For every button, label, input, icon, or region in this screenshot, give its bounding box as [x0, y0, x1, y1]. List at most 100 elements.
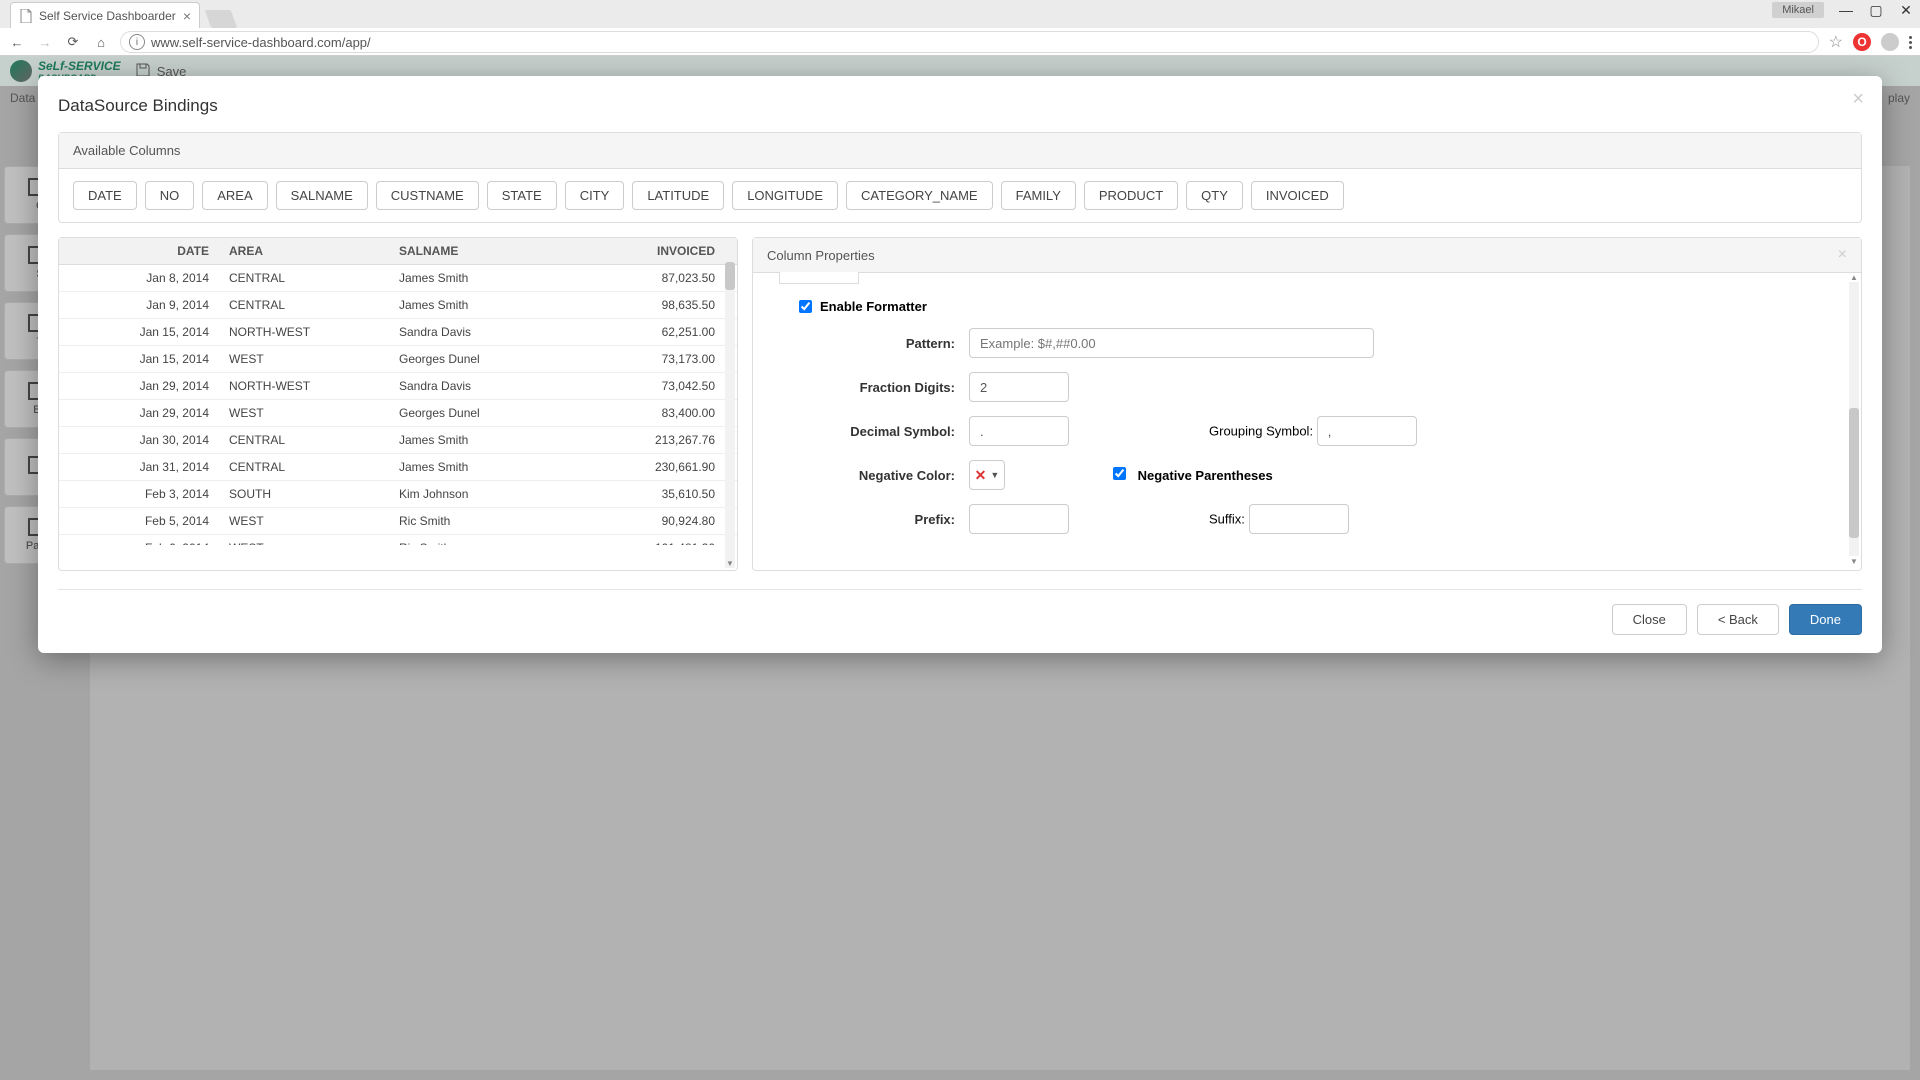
column-pill[interactable]: QTY: [1186, 181, 1243, 210]
scrollbar-track[interactable]: [725, 262, 735, 568]
negative-parentheses-checkbox[interactable]: [1113, 467, 1126, 480]
column-properties-header: Column Properties ×: [753, 238, 1861, 273]
decimal-symbol-label: Decimal Symbol:: [779, 424, 969, 439]
enable-formatter-checkbox[interactable]: [799, 300, 812, 313]
column-pill[interactable]: AREA: [202, 181, 267, 210]
cell-area: NORTH-WEST: [219, 319, 389, 345]
cell-salname: James Smith: [389, 427, 564, 453]
column-pill[interactable]: NO: [145, 181, 195, 210]
column-pill[interactable]: PRODUCT: [1084, 181, 1178, 210]
datasource-bindings-modal: DataSource Bindings × Available Columns …: [38, 76, 1882, 653]
modal-close-icon[interactable]: ×: [1852, 88, 1864, 111]
cell-date: Feb 5, 2014: [59, 508, 219, 534]
column-pill[interactable]: INVOICED: [1251, 181, 1344, 210]
cell-salname: Ric Smith: [389, 508, 564, 534]
column-pill[interactable]: STATE: [487, 181, 557, 210]
done-button[interactable]: Done: [1789, 604, 1862, 635]
cell-invoiced: 90,924.80: [564, 508, 737, 534]
cell-salname: Ric Smith: [389, 535, 564, 545]
cell-invoiced: 230,661.90: [564, 454, 737, 480]
table-row[interactable]: Jan 31, 2014CENTRALJames Smith230,661.90: [59, 454, 737, 481]
cell-invoiced: 101,481.20: [564, 535, 737, 545]
grouping-symbol-input[interactable]: [1317, 416, 1417, 446]
properties-tab-stub[interactable]: [779, 272, 859, 284]
cell-salname: James Smith: [389, 292, 564, 318]
cell-area: CENTRAL: [219, 265, 389, 291]
prefix-label: Prefix:: [779, 512, 969, 527]
cell-area: WEST: [219, 400, 389, 426]
table-row[interactable]: Feb 3, 2014SOUTHKim Johnson35,610.50: [59, 481, 737, 508]
fraction-digits-input[interactable]: [969, 372, 1069, 402]
cell-date: Feb 3, 2014: [59, 481, 219, 507]
cell-invoiced: 73,042.50: [564, 373, 737, 399]
cell-area: CENTRAL: [219, 292, 389, 318]
props-scroll-down-icon[interactable]: ▼: [1849, 556, 1859, 566]
suffix-input[interactable]: [1249, 504, 1349, 534]
col-header-area[interactable]: AREA: [219, 238, 389, 264]
column-pill[interactable]: LATITUDE: [632, 181, 724, 210]
cell-date: Jan 29, 2014: [59, 400, 219, 426]
table-row[interactable]: Jan 29, 2014NORTH-WESTSandra Davis73,042…: [59, 373, 737, 400]
modal-backdrop: DataSource Bindings × Available Columns …: [0, 0, 1920, 1080]
enable-formatter-label: Enable Formatter: [820, 299, 927, 314]
negative-color-label: Negative Color:: [779, 468, 969, 483]
cell-area: WEST: [219, 508, 389, 534]
fraction-digits-label: Fraction Digits:: [779, 380, 969, 395]
table-row[interactable]: Jan 8, 2014CENTRALJames Smith87,023.50: [59, 265, 737, 292]
col-header-invoiced[interactable]: INVOICED: [564, 238, 737, 264]
cell-date: Jan 9, 2014: [59, 292, 219, 318]
cell-date: Jan 29, 2014: [59, 373, 219, 399]
prefix-input[interactable]: [969, 504, 1069, 534]
column-pill[interactable]: LONGITUDE: [732, 181, 838, 210]
decimal-symbol-input[interactable]: [969, 416, 1069, 446]
back-button[interactable]: < Back: [1697, 604, 1779, 635]
cell-date: Jan 8, 2014: [59, 265, 219, 291]
cell-invoiced: 35,610.50: [564, 481, 737, 507]
cell-area: WEST: [219, 535, 389, 545]
scroll-down-icon[interactable]: ▼: [725, 558, 735, 568]
col-header-date[interactable]: DATE: [59, 238, 219, 264]
preview-table: DATE AREA SALNAME INVOICED Jan 8, 2014CE…: [58, 237, 738, 571]
cell-invoiced: 83,400.00: [564, 400, 737, 426]
x-red-icon: ✕: [975, 467, 987, 484]
cell-area: CENTRAL: [219, 454, 389, 480]
cell-salname: Sandra Davis: [389, 319, 564, 345]
cell-date: Jan 15, 2014: [59, 319, 219, 345]
cell-salname: Sandra Davis: [389, 373, 564, 399]
suffix-label: Suffix:: [1209, 512, 1245, 527]
cell-area: CENTRAL: [219, 427, 389, 453]
props-scroll-up-icon[interactable]: ▲: [1849, 272, 1859, 282]
cell-invoiced: 73,173.00: [564, 346, 737, 372]
cell-area: NORTH-WEST: [219, 373, 389, 399]
available-columns-header: Available Columns: [59, 133, 1861, 169]
negative-color-dropdown[interactable]: ✕ ▼: [969, 460, 1005, 490]
pattern-label: Pattern:: [779, 336, 969, 351]
column-pill[interactable]: CUSTNAME: [376, 181, 479, 210]
pattern-input[interactable]: [969, 328, 1374, 358]
column-pill[interactable]: CITY: [565, 181, 625, 210]
table-row[interactable]: Jan 9, 2014CENTRALJames Smith98,635.50: [59, 292, 737, 319]
col-header-salname[interactable]: SALNAME: [389, 238, 564, 264]
props-scrollbar-thumb[interactable]: [1849, 408, 1859, 538]
table-row[interactable]: Jan 15, 2014NORTH-WESTSandra Davis62,251…: [59, 319, 737, 346]
table-header-row: DATE AREA SALNAME INVOICED: [59, 238, 737, 265]
cell-invoiced: 87,023.50: [564, 265, 737, 291]
table-row[interactable]: Jan 30, 2014CENTRALJames Smith213,267.76: [59, 427, 737, 454]
column-pill[interactable]: FAMILY: [1001, 181, 1076, 210]
props-scrollbar-track[interactable]: [1849, 282, 1859, 556]
cell-invoiced: 98,635.50: [564, 292, 737, 318]
column-pill[interactable]: DATE: [73, 181, 137, 210]
table-row[interactable]: Feb 6, 2014WESTRic Smith101,481.20: [59, 535, 737, 545]
column-pill[interactable]: CATEGORY_NAME: [846, 181, 993, 210]
close-button[interactable]: Close: [1612, 604, 1687, 635]
cell-salname: Georges Dunel: [389, 346, 564, 372]
cell-date: Jan 15, 2014: [59, 346, 219, 372]
table-row[interactable]: Feb 5, 2014WESTRic Smith90,924.80: [59, 508, 737, 535]
table-row[interactable]: Jan 15, 2014WESTGeorges Dunel73,173.00: [59, 346, 737, 373]
cell-invoiced: 213,267.76: [564, 427, 737, 453]
cell-salname: James Smith: [389, 454, 564, 480]
column-pill[interactable]: SALNAME: [276, 181, 368, 210]
scrollbar-thumb[interactable]: [725, 262, 735, 290]
table-row[interactable]: Jan 29, 2014WESTGeorges Dunel83,400.00: [59, 400, 737, 427]
column-properties-close-icon[interactable]: ×: [1838, 246, 1847, 264]
